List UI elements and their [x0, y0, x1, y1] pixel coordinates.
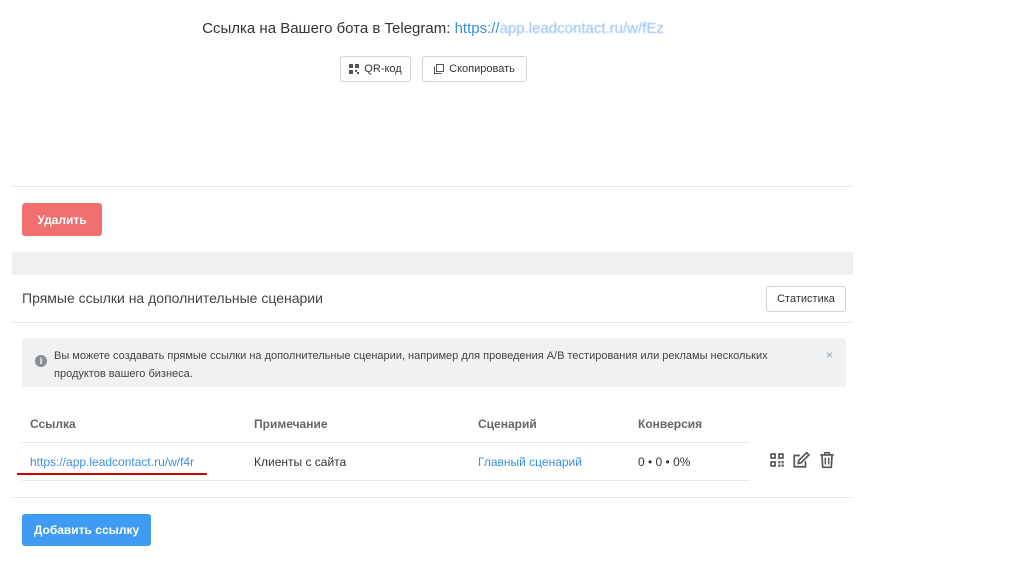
- qr-code-icon: [349, 64, 360, 74]
- row-note: Клиенты с сайта: [254, 455, 347, 469]
- divider: [12, 322, 853, 323]
- qr-code-label: QR-код: [364, 63, 402, 75]
- edit-icon[interactable]: [792, 451, 810, 469]
- delete-button[interactable]: Удалить: [22, 203, 102, 236]
- section-title: Прямые ссылки на дополнительные сценарии: [22, 290, 323, 306]
- divider: [12, 497, 853, 498]
- add-link-button[interactable]: Добавить ссылку: [22, 514, 151, 546]
- statistics-button[interactable]: Статистика: [766, 286, 846, 312]
- bot-link-url[interactable]: https://app.leadcontact.ru/w/fEz: [455, 20, 664, 37]
- copy-button[interactable]: Скопировать: [422, 56, 527, 82]
- copy-label: Скопировать: [449, 63, 515, 75]
- column-header-conversion: Конверсия: [638, 417, 703, 431]
- table-header-divider: [22, 442, 750, 443]
- divider: [12, 186, 853, 187]
- bot-link-label: Ссылка на Вашего бота в Telegram:: [202, 20, 455, 37]
- qr-code-button[interactable]: QR-код: [340, 56, 411, 82]
- table-row-divider: [22, 480, 750, 481]
- section-separator: [12, 252, 853, 275]
- qr-code-icon[interactable]: [768, 451, 786, 469]
- row-conversion: 0 • 0 • 0%: [638, 455, 691, 469]
- info-alert: i Вы можете создавать прямые ссылки на д…: [22, 338, 846, 387]
- trash-icon[interactable]: [818, 451, 836, 469]
- annotation-underline: [17, 473, 207, 475]
- info-icon: i: [35, 355, 47, 367]
- row-link[interactable]: https://app.leadcontact.ru/w/f4r: [30, 455, 194, 469]
- close-icon[interactable]: ×: [826, 346, 833, 364]
- column-header-note: Примечание: [254, 417, 328, 431]
- bot-link-line: Ссылка на Вашего бота в Telegram: https:…: [0, 20, 866, 37]
- column-header-scenario: Сценарий: [478, 417, 537, 431]
- statistics-label: Статистика: [777, 293, 835, 305]
- row-scenario-link[interactable]: Главный сценарий: [478, 455, 582, 469]
- alert-text: Вы можете создавать прямые ссылки на доп…: [54, 350, 768, 380]
- column-header-link: Ссылка: [30, 417, 76, 431]
- copy-icon: [434, 64, 445, 74]
